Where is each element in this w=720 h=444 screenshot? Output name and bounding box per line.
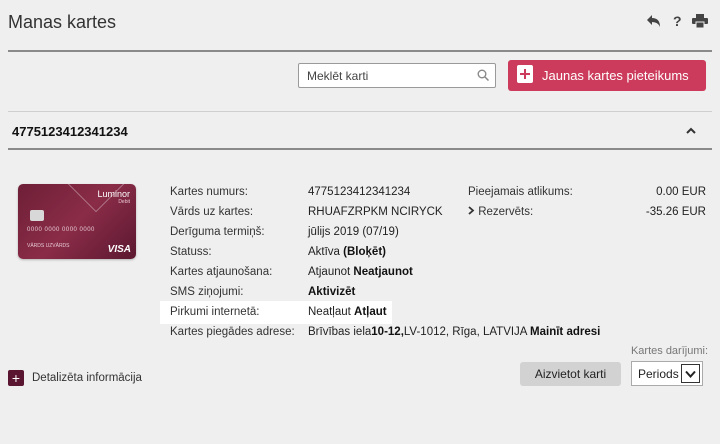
accordion-divider [8, 148, 712, 150]
dropdown-arrow-icon[interactable] [681, 364, 700, 383]
card-number-value: 4775123412341234 [308, 186, 411, 198]
block-card-link[interactable]: (Bloķēt) [343, 246, 386, 258]
reserved-toggle[interactable]: Rezervēts: [468, 206, 533, 218]
visa-logo: VISA [107, 244, 131, 255]
card-accordion-title[interactable]: 4775123412341234 [12, 124, 128, 139]
reserved-value: -35.26 EUR [645, 206, 706, 218]
delivery-house: 10-12, [371, 326, 404, 338]
delivery-city: LV-1012, Rīga, LATVIJA [403, 326, 527, 338]
available-balance-value: 0.00 EUR [656, 186, 706, 198]
do-not-renew-link[interactable]: Neatjaunot [353, 266, 412, 278]
toolbar-divider [8, 111, 712, 112]
sms-label: SMS ziņojumi: [170, 286, 244, 298]
replace-card-button[interactable]: Aizvietot karti [520, 362, 621, 386]
plus-icon: + [11, 370, 21, 386]
search-icon[interactable] [477, 69, 490, 84]
card-image-holder: VĀRDS UZVĀRDS [27, 243, 70, 249]
delivery-street: Brīvības iela [308, 326, 372, 338]
period-select-value: Periods [638, 366, 679, 381]
activate-sms-link[interactable]: Aktivizēt [308, 286, 355, 298]
card-type: Debit [118, 199, 130, 205]
new-card-application-button[interactable]: Jaunas kartes pieteikums [508, 60, 706, 91]
card-image: Luminor Debit 0000 0000 0000 0000 VĀRDS … [18, 184, 136, 259]
status-row: Aktīva (Bloķēt) [308, 246, 386, 258]
expiry-label: Derīguma termiņš: [170, 226, 265, 238]
card-number-label: Kartes numurs: [170, 186, 248, 198]
chevron-right-icon [468, 206, 475, 218]
reserved-label: Rezervēts: [478, 206, 534, 218]
header-actions: ? [646, 14, 708, 28]
card-search[interactable] [298, 63, 496, 88]
sms-row: Aktivizēt [308, 286, 355, 298]
available-balance-label: Pieejamais atlikums: [468, 186, 573, 198]
delivery-address-row: Brīvības iela10-12,LV-1012, Rīga, LATVIJ… [308, 326, 600, 338]
allow-online-purchases-link[interactable]: Atļaut [354, 306, 387, 318]
new-card-icon [516, 64, 534, 87]
transactions-label: Kartes darījumi: [630, 345, 708, 357]
card-brand: Luminor [97, 189, 130, 199]
online-purchases-value: Neatļaut [308, 306, 351, 318]
card-chip-icon [30, 210, 44, 221]
renewal-value: Atjaunot [308, 266, 351, 278]
renewal-label: Kartes atjaunošana: [170, 266, 273, 278]
period-select[interactable]: Periods [631, 361, 703, 386]
svg-text:?: ? [673, 14, 682, 28]
expand-details-button[interactable]: + [8, 370, 24, 386]
change-address-link[interactable]: Mainīt adresi [530, 326, 600, 338]
new-card-label: Jaunas kartes pieteikums [542, 68, 689, 83]
card-image-number: 0000 0000 0000 0000 [27, 227, 95, 233]
header-divider [8, 50, 712, 52]
help-icon[interactable]: ? [672, 14, 682, 28]
online-purchases-row: Neatļaut Atļaut [308, 306, 387, 318]
detailed-info-link[interactable]: Detalizēta informācija [32, 372, 142, 384]
delivery-address-label: Kartes piegādes adrese: [170, 326, 295, 338]
name-on-card-label: Vārds uz kartes: [170, 206, 254, 218]
status-value: Aktīva [308, 246, 340, 258]
search-input[interactable] [307, 68, 467, 83]
back-icon[interactable] [646, 14, 662, 28]
renewal-row: Atjaunot Neatjaunot [308, 266, 413, 278]
status-label: Statuss: [170, 246, 212, 258]
chevron-up-icon[interactable] [686, 124, 696, 138]
online-purchases-label: Pirkumi internetā: [170, 306, 260, 318]
print-icon[interactable] [692, 14, 708, 28]
expiry-value: jūlijs 2019 (07/19) [308, 226, 399, 238]
name-on-card-value: RHUAFZRPKM NCIRYCK [308, 206, 443, 218]
page-title: Manas kartes [8, 12, 117, 32]
